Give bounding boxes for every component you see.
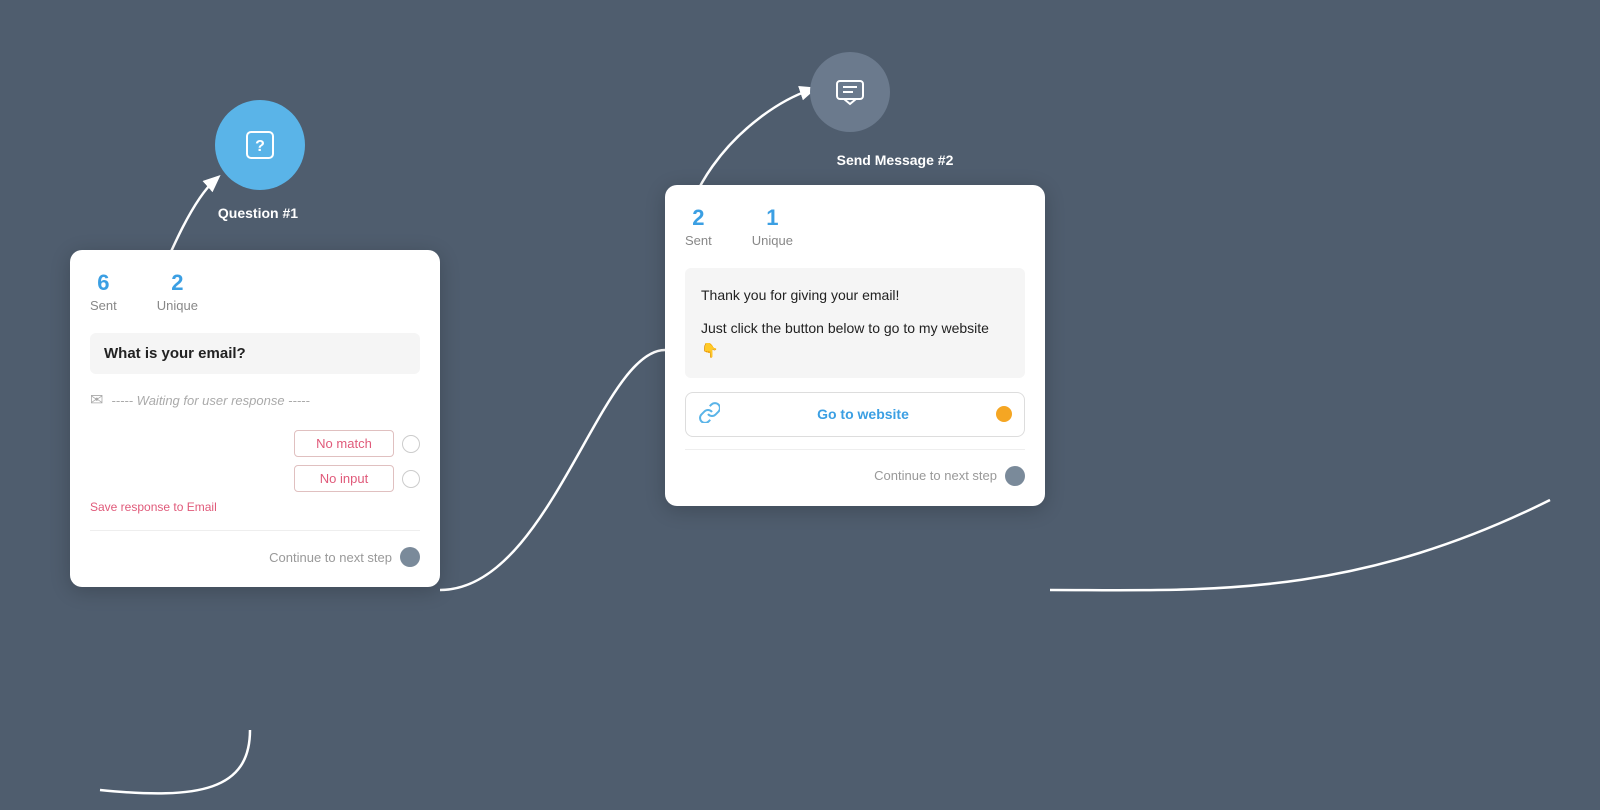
question1-card: 6 Sent 2 Unique What is your email? ✉ --… bbox=[70, 250, 440, 587]
q1-sent-label: Sent bbox=[90, 298, 117, 313]
sm2-unique-count: 1 bbox=[752, 205, 793, 231]
email-input-row: ✉ ----- Waiting for user response ----- bbox=[90, 386, 420, 414]
question-mark-icon: ? bbox=[242, 127, 278, 163]
q1-unique-count: 2 bbox=[157, 270, 198, 296]
sm2-continue-label: Continue to next step bbox=[874, 468, 997, 483]
message-line1: Thank you for giving your email! bbox=[701, 284, 1009, 306]
no-input-option-row: No input bbox=[90, 465, 420, 492]
sm2-sent-count: 2 bbox=[685, 205, 712, 231]
question1-node[interactable]: ? bbox=[215, 100, 305, 190]
no-input-circle[interactable] bbox=[402, 470, 420, 488]
message-body: Thank you for giving your email! Just cl… bbox=[685, 268, 1025, 377]
sm2-continue-dot[interactable] bbox=[1005, 466, 1025, 486]
q1-unique-label: Unique bbox=[157, 298, 198, 313]
question-text: What is your email? bbox=[104, 345, 246, 362]
waiting-text: ----- Waiting for user response ----- bbox=[111, 393, 309, 408]
q1-continue-dot[interactable] bbox=[400, 547, 420, 567]
question-text-box: What is your email? bbox=[90, 333, 420, 374]
message-line2: Just click the button below to go to my … bbox=[701, 317, 1009, 362]
question1-label-text: Question #1 bbox=[218, 205, 298, 221]
sm2-continue-row: Continue to next step bbox=[685, 462, 1025, 486]
no-match-circle[interactable] bbox=[402, 435, 420, 453]
canvas: ? Question #1 Send Message #2 6 Sent 2 U… bbox=[0, 0, 1600, 810]
save-response-row: Save response to Email bbox=[90, 500, 420, 514]
no-input-button[interactable]: No input bbox=[294, 465, 394, 492]
q1-unique-stat: 2 Unique bbox=[157, 270, 198, 313]
send-message2-label-text: Send Message #2 bbox=[837, 152, 954, 168]
message-icon bbox=[834, 76, 866, 108]
sm2-sent-label: Sent bbox=[685, 233, 712, 248]
sm2-sent-stat: 2 Sent bbox=[685, 205, 712, 248]
q1-continue-label: Continue to next step bbox=[269, 550, 392, 565]
q1-stats-row: 6 Sent 2 Unique bbox=[90, 270, 420, 317]
link-icon bbox=[698, 401, 720, 428]
question1-label: Question #1 bbox=[173, 205, 343, 221]
sm2-divider bbox=[685, 449, 1025, 450]
send-message2-label: Send Message #2 bbox=[800, 152, 990, 168]
sm2-unique-label: Unique bbox=[752, 233, 793, 248]
send-message2-node[interactable] bbox=[810, 52, 890, 132]
save-response-text: Save response to bbox=[90, 500, 183, 514]
no-match-option-row: No match bbox=[90, 430, 420, 457]
save-response-var: Email bbox=[187, 500, 217, 514]
q1-sent-stat: 6 Sent bbox=[90, 270, 117, 313]
q1-divider bbox=[90, 530, 420, 531]
go-to-website-text: Go to website bbox=[730, 406, 996, 422]
svg-text:?: ? bbox=[255, 138, 265, 155]
sm2-stats-row: 2 Sent 1 Unique bbox=[685, 205, 1025, 252]
email-icon: ✉ bbox=[90, 390, 103, 410]
no-match-button[interactable]: No match bbox=[294, 430, 394, 457]
q1-continue-row: Continue to next step bbox=[90, 543, 420, 567]
link-dot[interactable] bbox=[996, 406, 1012, 422]
sm2-unique-stat: 1 Unique bbox=[752, 205, 793, 248]
q1-sent-count: 6 bbox=[90, 270, 117, 296]
send-message2-card: 2 Sent 1 Unique Thank you for giving you… bbox=[665, 185, 1045, 506]
go-to-website-row[interactable]: Go to website bbox=[685, 392, 1025, 437]
